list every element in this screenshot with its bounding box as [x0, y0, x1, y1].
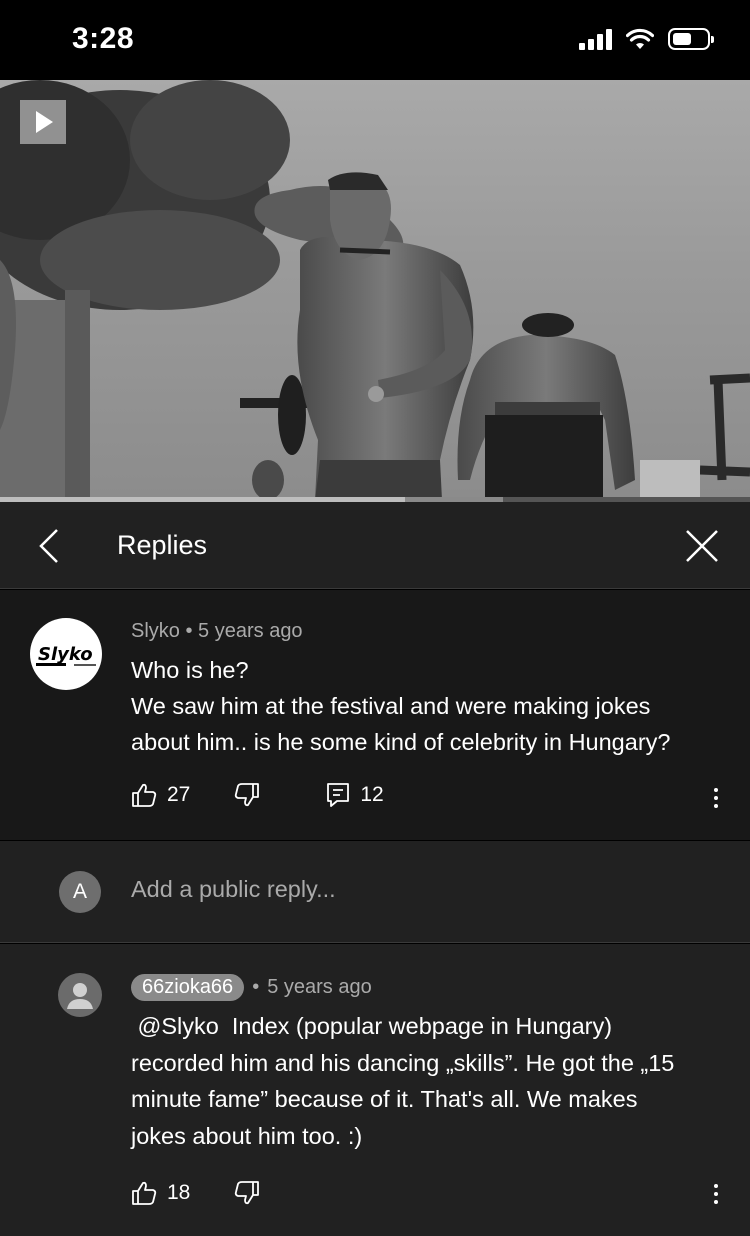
reply-meta: 66zioka66 • 5 years ago: [131, 974, 372, 1001]
default-user-icon: [67, 983, 93, 1009]
chevron-left-icon: [39, 529, 58, 563]
header-title: Replies: [117, 530, 208, 560]
reply-body: @Slyko Index (popular webpage in Hungary…: [131, 1008, 731, 1154]
like-button[interactable]: 27: [131, 782, 190, 808]
wifi-icon: [626, 28, 654, 49]
comment-line: about him.. is he some kind of celebrity…: [131, 729, 671, 755]
comment-line: Who is he?: [131, 657, 249, 683]
video-frame: [0, 80, 750, 500]
comment-actions: 27 12: [131, 782, 384, 808]
back-button[interactable]: [28, 524, 72, 568]
reply-input[interactable]: [131, 876, 691, 903]
comment-time: 5 years ago: [198, 620, 303, 642]
comment-author[interactable]: Slyko: [131, 620, 180, 642]
reply-count: 12: [360, 783, 384, 806]
dislike-button[interactable]: [234, 782, 260, 808]
comment-icon: [327, 783, 350, 807]
add-reply-row: A: [0, 841, 750, 943]
meta-separator: •: [252, 976, 260, 998]
svg-text:Slyko: Slyko: [38, 644, 93, 665]
reply-comment: 66zioka66 • 5 years ago @Slyko Index (po…: [0, 944, 750, 1236]
cellular-signal-icon: [579, 28, 612, 50]
reply-actions: 18: [131, 1180, 260, 1206]
comment-line: We saw him at the festival and were maki…: [131, 693, 651, 719]
status-time: 3:28: [72, 22, 135, 55]
replies-header: Replies: [0, 502, 750, 589]
like-count: 27: [167, 783, 191, 806]
reply-author-chip[interactable]: 66zioka66: [131, 974, 245, 1001]
dislike-button[interactable]: [234, 1180, 260, 1206]
status-bar: 3:28: [0, 0, 750, 80]
thumbs-down-icon: [235, 1181, 260, 1205]
reply-line: jokes about him too. :): [131, 1122, 363, 1149]
comment-meta: Slyko • 5 years ago: [131, 620, 303, 643]
thumbs-up-icon: [132, 1181, 157, 1205]
close-icon: [686, 530, 718, 562]
like-button[interactable]: 18: [131, 1180, 190, 1206]
thumbs-up-icon: [132, 783, 157, 807]
comment-more-icon[interactable]: [706, 783, 726, 813]
user-avatar[interactable]: A: [59, 871, 101, 913]
reply-author-avatar[interactable]: [58, 973, 102, 1017]
slyko-logo-icon: Slyko: [36, 644, 96, 666]
author-avatar[interactable]: Slyko: [30, 618, 102, 690]
meta-separator: •: [185, 620, 193, 642]
comment-body: Who is he? We saw him at the festival an…: [131, 652, 731, 760]
battery-icon: [668, 28, 714, 50]
play-overlay-icon[interactable]: [20, 100, 66, 144]
like-count: 18: [167, 1181, 191, 1204]
reply-line: minute fame” because of it. That's all. …: [131, 1086, 638, 1112]
close-button[interactable]: [680, 524, 724, 568]
reply-more-icon[interactable]: [706, 1179, 726, 1209]
reply-line: recorded him and his dancing „skills”. H…: [131, 1049, 675, 1076]
reply-time: 5 years ago: [267, 976, 372, 998]
video-player[interactable]: [0, 80, 750, 500]
parent-comment: Slyko Slyko • 5 years ago Who is he? We …: [0, 590, 750, 840]
reply-count-button[interactable]: 12: [326, 782, 384, 808]
status-icons: [579, 28, 714, 50]
reply-line: @Slyko Index (popular webpage in Hungary…: [131, 1013, 613, 1039]
thumbs-down-icon: [235, 783, 260, 807]
